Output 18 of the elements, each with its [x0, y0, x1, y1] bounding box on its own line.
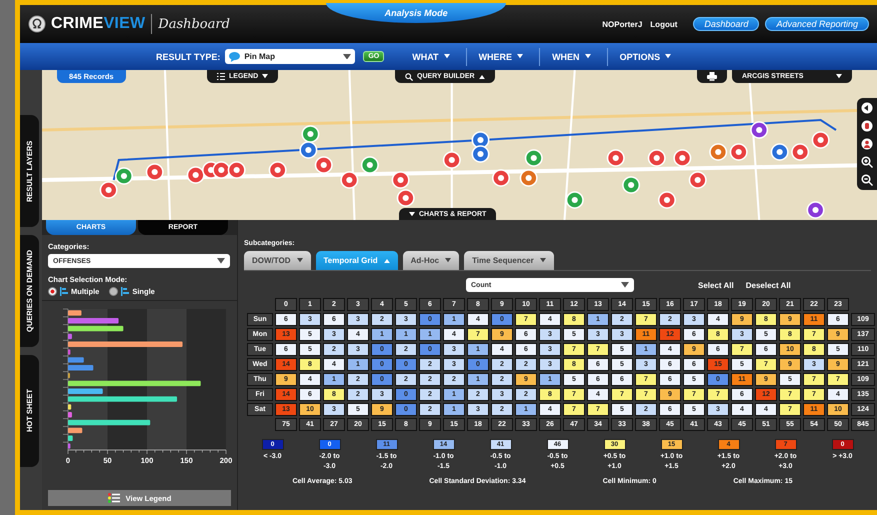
logout-link[interactable]: Logout	[650, 20, 678, 28]
menu-button[interactable]: OPTIONS	[608, 48, 688, 66]
subcategory-tab[interactable]: DOW/TOD	[244, 251, 311, 270]
mode-tab[interactable]: Analysis Mode	[326, 3, 506, 23]
menu-button[interactable]: WHAT	[400, 48, 467, 66]
header-button[interactable]: Advanced Reporting	[765, 17, 869, 31]
menu-button[interactable]: WHERE	[466, 48, 540, 66]
result-type-label: RESULT TYPE:	[156, 52, 220, 62]
deselect-all-button[interactable]: Deselect All	[746, 280, 791, 290]
user-name: NOPorterJ	[602, 20, 642, 28]
select-all-button[interactable]: Select All	[698, 280, 734, 290]
subcategory-tab[interactable]: Ad-Hoc	[402, 251, 460, 270]
app-name: Dashboard	[158, 16, 230, 32]
logo-wordmark: CRIMEVIEW	[51, 15, 146, 33]
header-button[interactable]: Dashboard	[693, 17, 760, 31]
subcategory-tab[interactable]: Time Sequencer	[464, 251, 554, 270]
menu-button[interactable]: WHEN	[540, 48, 608, 66]
result-type-select[interactable]: Pin Map	[225, 49, 356, 64]
